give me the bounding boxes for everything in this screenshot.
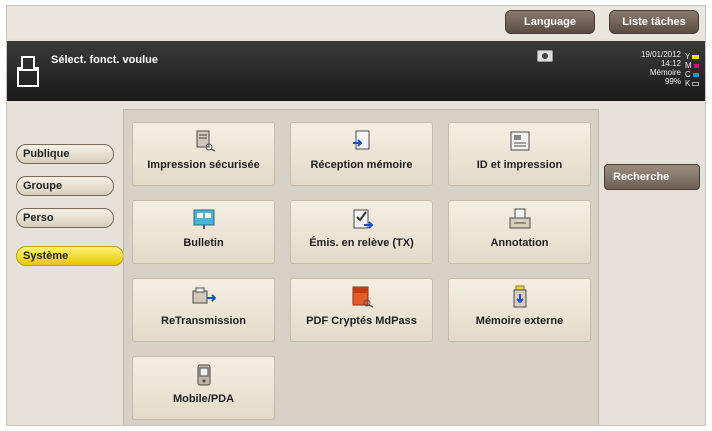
memory-label: Mémoire [649,68,681,77]
tab-publique[interactable]: Publique [16,144,114,164]
control-panel-screen: Language Liste tâches Sélect. fonct. vou… [6,5,706,426]
secure-print-button[interactable]: Impression sécurisée [132,122,275,186]
encrypted-pdf-button[interactable]: PDF Cryptés MdPass [290,278,433,342]
id-print-button[interactable]: ID et impression [448,122,591,186]
annotation-icon [509,208,530,229]
retransmission-icon [192,287,216,304]
top-strip [7,6,705,38]
tab-groupe[interactable]: Groupe [16,176,114,196]
page-title: Sélect. fonct. voulue [51,54,158,66]
toner-m: M [685,61,699,70]
tab-perso[interactable]: Perso [16,208,114,228]
function-label: Bulletin [183,237,224,249]
external-memory-button[interactable]: Mémoire externe [448,278,591,342]
tab-systeme[interactable]: Système [16,246,124,266]
function-label: Mémoire externe [475,315,564,327]
function-label: PDF Cryptés MdPass [306,315,417,327]
function-label: Annotation [490,237,549,249]
toner-y: Y [685,52,699,61]
id-print-icon [510,131,529,151]
task-list-button[interactable]: Liste tâches [609,10,699,34]
status-bar [7,41,705,101]
bulletin-icon [193,209,214,229]
function-panel: Impression sécurisée Réception mémoire I… [123,109,599,425]
toner-levels: Y M C K [685,52,699,88]
search-button[interactable]: Recherche [604,164,700,190]
function-label: Réception mémoire [310,159,413,171]
toner-c: C [685,70,699,79]
language-button[interactable]: Language [505,10,595,34]
camera-icon[interactable] [537,50,553,62]
memory-receive-icon [352,130,369,150]
encrypted-pdf-icon [352,286,373,308]
retransmission-button[interactable]: ReTransmission [132,278,275,342]
document-icon [17,56,39,87]
memory-value: 99% [664,77,681,86]
polling-tx-icon [353,209,373,229]
polling-tx-button[interactable]: Émis. en relève (TX) [290,200,433,264]
status-info: 19/01/2012 14:12 Mémoire 99% [641,50,681,86]
date-text: 19/01/2012 [640,50,681,59]
annotation-button[interactable]: Annotation [448,200,591,264]
function-label: Impression sécurisée [147,159,260,171]
mobile-pda-button[interactable]: Mobile/PDA [132,356,275,420]
time-text: 14:12 [660,59,681,68]
secure-print-icon [196,130,215,152]
mobile-pda-icon [197,364,210,386]
memory-receive-button[interactable]: Réception mémoire [290,122,433,186]
external-memory-icon [513,285,526,308]
function-label: ID et impression [476,159,563,171]
function-label: Émis. en relève (TX) [309,237,414,249]
bulletin-button[interactable]: Bulletin [132,200,275,264]
function-label: Mobile/PDA [172,393,235,405]
toner-k: K [685,79,699,88]
function-label: ReTransmission [161,315,246,327]
